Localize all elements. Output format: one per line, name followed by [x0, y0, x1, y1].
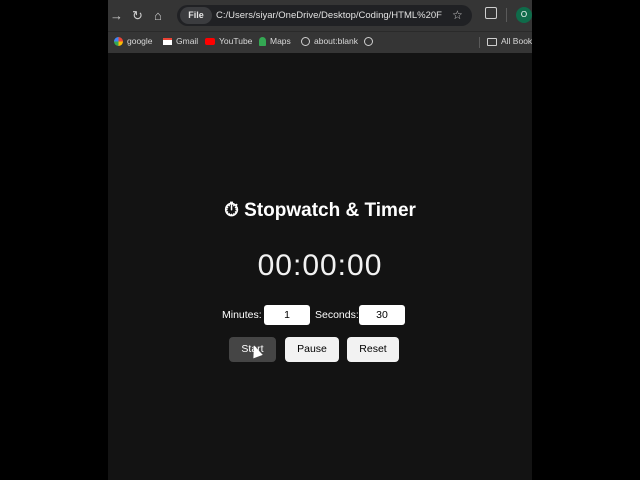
- bookmark-label: google: [127, 36, 153, 46]
- bookmark-google[interactable]: google: [114, 32, 153, 53]
- all-bookmarks[interactable]: All Books: [487, 32, 532, 53]
- globe-icon: [364, 37, 373, 47]
- bookmark-gmail[interactable]: Gmail: [163, 32, 198, 53]
- folder-icon: [487, 37, 497, 46]
- reload-icon[interactable]: ↻: [132, 7, 143, 24]
- minutes-input[interactable]: [264, 305, 310, 325]
- file-chip-label: File: [188, 10, 204, 20]
- globe-icon: [301, 37, 310, 47]
- bookmark-label: Gmail: [176, 36, 199, 46]
- maps-icon: [259, 37, 266, 47]
- url-text[interactable]: C:/Users/siyar/OneDrive/Desktop/Coding/H…: [216, 5, 442, 26]
- home-icon[interactable]: ⌂: [154, 7, 162, 24]
- minutes-label: Minutes:: [222, 309, 262, 321]
- profile-avatar[interactable]: O: [516, 7, 532, 23]
- toolbar-divider: [506, 8, 507, 22]
- browser-toolbar: → ↻ ⌂ File C:/Users/siyar/OneDrive/Deskt…: [108, 0, 532, 31]
- bookmark-label: YouTube: [219, 36, 253, 46]
- time-display: 00:00:00: [257, 249, 383, 282]
- seconds-label: Seconds:: [315, 309, 359, 321]
- bookmarks-divider: [479, 37, 480, 48]
- address-bar[interactable]: File C:/Users/siyar/OneDrive/Desktop/Cod…: [177, 5, 472, 26]
- bookmark-star-icon[interactable]: ☆: [452, 7, 463, 24]
- bookmark-about-blank[interactable]: about:blank: [301, 32, 358, 53]
- page-title: ⏱ Stopwatch & Timer: [224, 200, 416, 221]
- browser-window: → ↻ ⌂ File C:/Users/siyar/OneDrive/Deskt…: [108, 0, 532, 480]
- bookmark-label: Maps: [270, 36, 291, 46]
- file-info-chip[interactable]: File: [180, 7, 212, 24]
- forward-icon[interactable]: →: [110, 7, 123, 24]
- gmail-icon: [163, 38, 172, 46]
- bookmark-label: about:blank: [314, 36, 358, 46]
- bookmark-unnamed[interactable]: [364, 32, 377, 53]
- extensions-icon[interactable]: [485, 7, 497, 19]
- all-bookmarks-label: All Books: [501, 36, 532, 46]
- pause-button[interactable]: Pause: [285, 337, 339, 362]
- google-icon: [114, 37, 123, 47]
- bookmark-maps[interactable]: Maps: [259, 32, 291, 53]
- youtube-icon: [205, 38, 215, 46]
- timer-inputs: Minutes: Seconds:: [108, 305, 532, 325]
- bookmarks-bar: google Gmail YouTube Maps about:blank Al…: [108, 31, 532, 53]
- bookmark-youtube[interactable]: YouTube: [205, 32, 252, 53]
- seconds-input[interactable]: [359, 305, 405, 325]
- reset-button[interactable]: Reset: [347, 337, 399, 362]
